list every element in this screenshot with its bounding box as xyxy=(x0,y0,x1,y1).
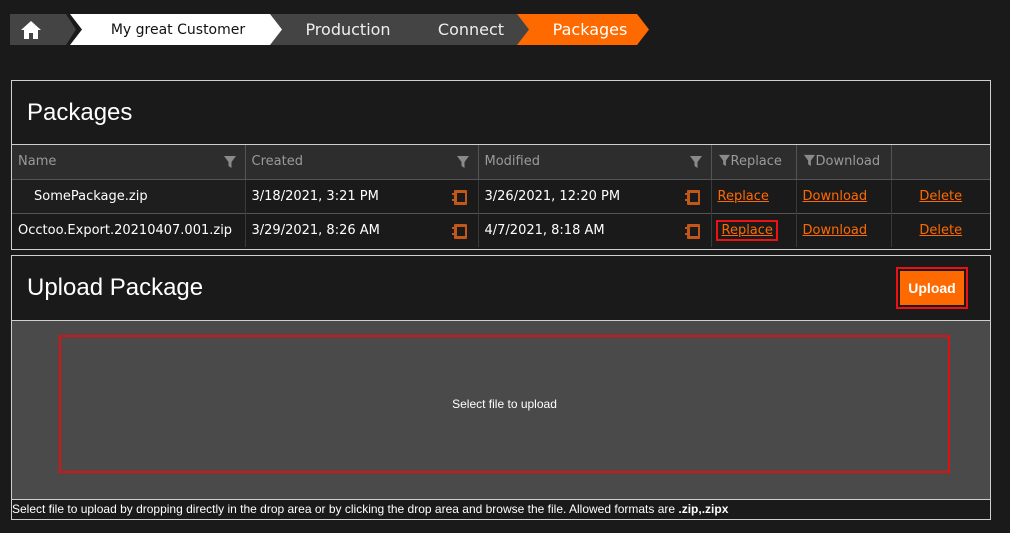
delete-cell: Delete xyxy=(891,178,990,213)
table-row: SomePackage.zip 3/18/2021, 3:21 PM 3/26/… xyxy=(12,178,990,213)
package-modified: 3/26/2021, 12:20 PM xyxy=(478,178,712,213)
filter-icon[interactable] xyxy=(803,154,816,167)
calendar-icon[interactable] xyxy=(684,189,701,206)
download-cell: Download xyxy=(796,178,892,213)
packages-title: Packages xyxy=(12,81,990,145)
calendar-icon[interactable] xyxy=(684,223,701,240)
table-row: Occtoo.Export.20210407.001.zip 3/29/2021… xyxy=(12,212,990,247)
drop-area-container: Select file to upload xyxy=(12,321,990,499)
table-header-row: Name Created Modified Replace Download xyxy=(12,145,990,179)
home-icon xyxy=(21,20,41,39)
filter-icon[interactable] xyxy=(718,154,731,167)
replace-link[interactable]: Replace xyxy=(715,219,778,241)
breadcrumb-packages[interactable]: Packages xyxy=(517,14,649,45)
delete-cell: Delete xyxy=(891,212,990,247)
column-header-modified[interactable]: Modified xyxy=(478,145,712,179)
upload-header: Upload Package Upload xyxy=(12,256,990,321)
package-name: Occtoo.Export.20210407.001.zip xyxy=(12,212,246,247)
calendar-icon[interactable] xyxy=(451,223,468,240)
package-created: 3/18/2021, 3:21 PM xyxy=(245,178,479,213)
breadcrumb-production[interactable]: Production xyxy=(270,14,414,45)
column-header-created[interactable]: Created xyxy=(245,145,479,179)
delete-link[interactable]: Delete xyxy=(919,189,962,204)
replace-link[interactable]: Replace xyxy=(718,189,769,204)
package-modified: 4/7/2021, 8:18 AM xyxy=(478,212,712,247)
replace-cell: Replace xyxy=(711,212,797,247)
drop-zone[interactable]: Select file to upload xyxy=(59,335,950,473)
package-created: 3/29/2021, 8:26 AM xyxy=(245,212,479,247)
breadcrumb-customer[interactable]: My great Customer xyxy=(70,14,286,45)
column-header-label: Replace xyxy=(730,154,782,170)
replace-cell: Replace xyxy=(711,178,797,213)
upload-panel: Upload Package Upload Select file to upl… xyxy=(11,255,991,520)
upload-hint: Select file to upload by dropping direct… xyxy=(12,499,990,519)
download-cell: Download xyxy=(796,212,892,247)
column-header-name[interactable]: Name xyxy=(12,145,246,179)
packages-table: Name Created Modified Replace Download S… xyxy=(12,145,990,247)
breadcrumb-connect[interactable]: Connect xyxy=(400,14,534,45)
package-name: SomePackage.zip xyxy=(12,178,246,213)
drop-zone-text: Select file to upload xyxy=(452,397,557,411)
upload-button[interactable]: Upload xyxy=(896,267,968,309)
created-value: 3/18/2021, 3:21 PM xyxy=(251,188,379,204)
download-link[interactable]: Download xyxy=(803,189,868,204)
modified-value: 4/7/2021, 8:18 AM xyxy=(484,222,605,238)
delete-link[interactable]: Delete xyxy=(919,223,962,238)
created-value: 3/29/2021, 8:26 AM xyxy=(251,222,380,238)
packages-panel: Packages Name Created Modified Replace D… xyxy=(11,80,991,250)
breadcrumb: My great Customer Production Connect Pac… xyxy=(10,14,670,45)
column-header-label: Created xyxy=(251,154,303,170)
column-header-replace[interactable]: Replace xyxy=(711,145,797,179)
breadcrumb-home[interactable] xyxy=(10,14,76,45)
filter-icon[interactable] xyxy=(223,155,237,169)
download-link[interactable]: Download xyxy=(803,223,868,238)
column-header-label: Name xyxy=(18,154,57,170)
upload-button-label: Upload xyxy=(900,271,964,305)
column-header-actions xyxy=(891,145,990,179)
upload-title: Upload Package xyxy=(27,274,204,301)
column-header-label: Modified xyxy=(484,154,540,170)
upload-hint-text: Select file to upload by dropping direct… xyxy=(12,502,679,516)
column-header-download[interactable]: Download xyxy=(796,145,892,179)
modified-value: 3/26/2021, 12:20 PM xyxy=(484,188,621,204)
calendar-icon[interactable] xyxy=(451,189,468,206)
column-header-label: Download xyxy=(815,154,881,170)
filter-icon[interactable] xyxy=(456,155,470,169)
filter-icon[interactable] xyxy=(689,155,703,169)
allowed-formats: .zip,.zipx xyxy=(678,502,729,516)
